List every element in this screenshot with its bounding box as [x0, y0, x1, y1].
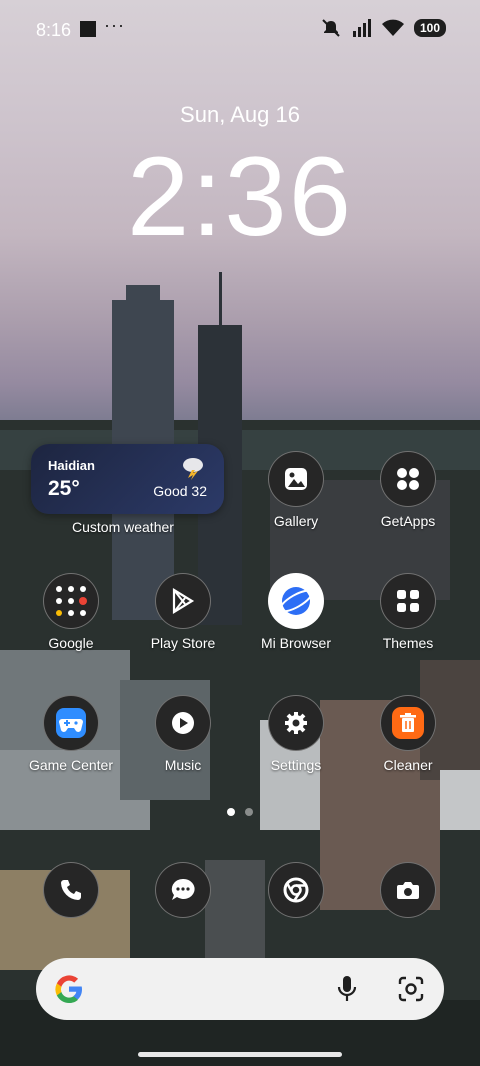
mute-icon: [322, 19, 340, 37]
dock-chrome[interactable]: [241, 862, 351, 918]
app-label: Gallery: [273, 513, 319, 529]
app-label: Settings: [270, 757, 322, 773]
app-label: Game Center: [28, 757, 114, 773]
gesture-navigation-bar[interactable]: [138, 1052, 342, 1057]
google-lens-icon[interactable]: [396, 974, 426, 1004]
weather-temperature: 25°: [48, 477, 80, 500]
cleaner-trash-icon: [380, 695, 436, 751]
app-label: GetApps: [380, 513, 436, 529]
settings-gear-icon: [268, 695, 324, 751]
game-center-icon: [43, 695, 99, 751]
notification-icon: [80, 21, 96, 37]
camera-icon: [380, 862, 436, 918]
mi-browser-icon: [268, 573, 324, 629]
lock-date: Sun, Aug 16: [180, 102, 300, 127]
app-label: Google: [48, 635, 94, 651]
microphone-icon[interactable]: [336, 974, 358, 1004]
app-themes[interactable]: Themes: [353, 573, 463, 651]
weather-city: Haidian: [48, 458, 95, 473]
weather-widget[interactable]: Haidian 25° Good 32: [31, 444, 224, 514]
play-store-icon: [155, 573, 211, 629]
google-search-bar[interactable]: [36, 958, 444, 1020]
dock-messages[interactable]: [128, 862, 238, 918]
app-google-folder[interactable]: Google: [16, 573, 126, 651]
google-folder-icon: [43, 573, 99, 629]
getapps-icon: [380, 451, 436, 507]
app-label: Cleaner: [383, 757, 433, 773]
signal-icon: [352, 19, 371, 37]
messages-icon: [155, 862, 211, 918]
page-dot[interactable]: [245, 808, 253, 816]
weather-widget-label: Custom weather: [72, 519, 174, 535]
app-label: Themes: [382, 635, 434, 651]
app-playstore[interactable]: Play Store: [128, 573, 238, 651]
page-dot-active[interactable]: [227, 808, 235, 816]
app-music[interactable]: Music: [128, 695, 238, 773]
app-gamecenter[interactable]: Game Center: [16, 695, 126, 773]
dock-phone[interactable]: [16, 862, 126, 918]
chrome-icon: [268, 862, 324, 918]
app-label: Play Store: [150, 635, 216, 651]
thunderstorm-icon: [183, 458, 203, 480]
lock-clock: 2:36: [127, 134, 353, 259]
app-label: Music: [164, 757, 202, 773]
status-time: 8:16: [36, 20, 72, 40]
app-getapps[interactable]: GetApps: [353, 451, 463, 529]
page-indicator: [0, 808, 480, 816]
air-quality: Good 32: [153, 483, 207, 499]
app-mibrowser[interactable]: Mi Browser: [241, 573, 351, 651]
phone-icon: [43, 862, 99, 918]
music-icon: [155, 695, 211, 751]
themes-icon: [380, 573, 436, 629]
gallery-icon: [268, 451, 324, 507]
app-settings[interactable]: Settings: [241, 695, 351, 773]
wifi-icon: [381, 19, 404, 36]
app-cleaner[interactable]: Cleaner: [353, 695, 463, 773]
status-bar: 8:16 ··· 100: [0, 0, 480, 60]
dock-camera[interactable]: [353, 862, 463, 918]
app-label: Mi Browser: [260, 635, 331, 651]
more-notifications-icon: ···: [104, 15, 125, 35]
battery-indicator: 100: [413, 19, 446, 37]
google-logo-icon: [55, 975, 82, 1003]
app-gallery[interactable]: Gallery: [241, 451, 351, 529]
